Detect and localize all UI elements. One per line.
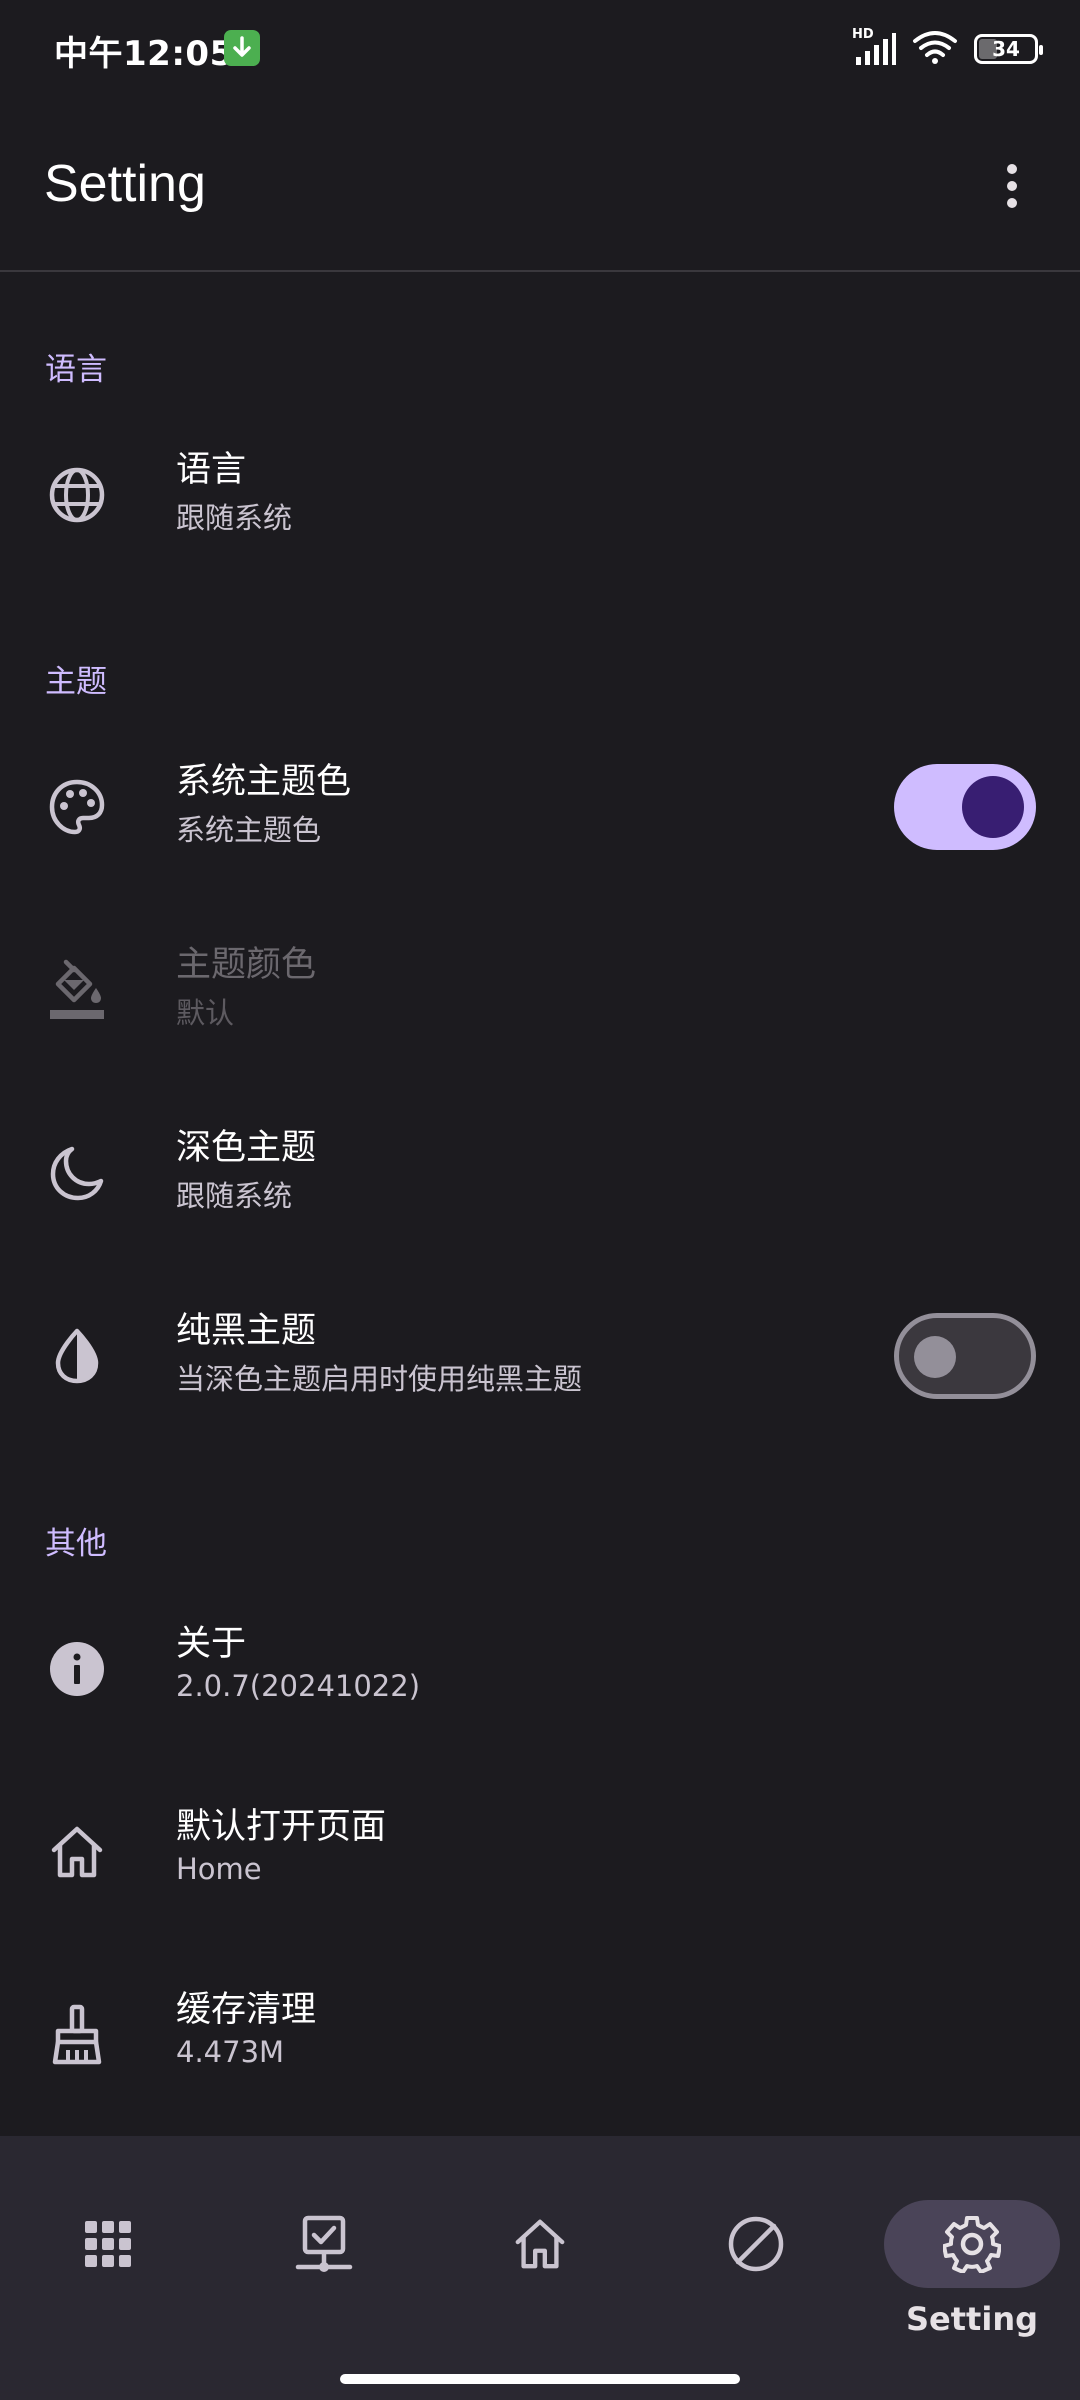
nav-item-apps[interactable] xyxy=(0,2136,216,2400)
setting-item-title: 关于 xyxy=(176,1624,247,1664)
setting-item-title: 主题颜色 xyxy=(176,945,317,985)
broom-icon xyxy=(46,2004,108,2066)
gear-icon xyxy=(942,2214,1002,2274)
setting-item-title: 缓存清理 xyxy=(176,1990,317,2030)
setting-item-pure-black-theme[interactable]: 纯黑主题 当深色主题启用时使用纯黑主题 xyxy=(0,1276,1080,1436)
nav-item-device[interactable] xyxy=(216,2136,432,2400)
setting-item-default-page[interactable]: 默认打开页面 Home xyxy=(0,1772,1080,1932)
setting-item-title: 语言 xyxy=(176,450,247,490)
globe-icon xyxy=(46,464,108,526)
apps-grid-icon xyxy=(78,2214,138,2274)
more-vert-icon xyxy=(1007,164,1017,208)
more-options-button[interactable] xyxy=(982,156,1042,216)
device-check-icon xyxy=(294,2214,354,2274)
wifi-icon xyxy=(912,29,958,69)
setting-item-title: 深色主题 xyxy=(176,1128,317,1168)
section-header-theme: 主题 xyxy=(45,664,107,700)
paint-bucket-icon xyxy=(46,959,108,1021)
section-header-other: 其他 xyxy=(45,1526,107,1562)
palette-icon xyxy=(46,776,108,838)
setting-item-subtitle: 4.473M xyxy=(176,2035,285,2069)
setting-item-dark-theme[interactable]: 深色主题 跟随系统 xyxy=(0,1093,1080,1253)
setting-item-title: 默认打开页面 xyxy=(176,1807,387,1847)
switch-knob xyxy=(914,1336,956,1378)
switch-knob xyxy=(962,776,1024,838)
setting-item-cache-clear[interactable]: 缓存清理 4.473M xyxy=(0,1955,1080,2115)
nav-label-setting: Setting xyxy=(906,2300,1038,2338)
nav-item-home[interactable] xyxy=(432,2136,648,2400)
setting-item-language[interactable]: 语言 跟随系统 xyxy=(0,415,1080,575)
home-icon xyxy=(46,1821,108,1883)
moon-icon xyxy=(46,1142,108,1204)
setting-item-title: 纯黑主题 xyxy=(176,1311,317,1351)
home-icon xyxy=(510,2214,570,2274)
battery-level: 34 xyxy=(992,37,1020,61)
setting-item-about[interactable]: 关于 2.0.7(20241022) xyxy=(0,1589,1080,1749)
signal-icon: HD xyxy=(852,27,896,67)
setting-item-title: 系统主题色 xyxy=(176,762,352,802)
setting-item-subtitle: 2.0.7(20241022) xyxy=(176,1669,421,1703)
status-icons: HD 34 xyxy=(852,27,1043,70)
nav-item-block[interactable] xyxy=(648,2136,864,2400)
setting-item-subtitle: 当深色主题启用时使用纯黑主题 xyxy=(176,1362,583,1396)
setting-item-system-theme-color[interactable]: 系统主题色 系统主题色 xyxy=(0,727,1080,887)
status-time: 中午12:05 xyxy=(54,34,234,74)
app-bar: Setting xyxy=(0,100,1080,272)
section-header-language: 语言 xyxy=(45,352,107,388)
contrast-drop-icon xyxy=(46,1325,108,1387)
setting-item-subtitle: 跟随系统 xyxy=(176,501,293,535)
setting-item-subtitle: 系统主题色 xyxy=(176,813,322,847)
system-theme-color-switch[interactable] xyxy=(894,764,1036,850)
nav-item-setting[interactable]: Setting xyxy=(864,2136,1080,2400)
setting-item-subtitle: Home xyxy=(176,1852,262,1886)
setting-item-subtitle: 默认 xyxy=(176,996,235,1030)
setting-item-theme-color: 主题颜色 默认 xyxy=(0,910,1080,1070)
download-notification-icon xyxy=(224,30,260,66)
home-indicator[interactable] xyxy=(340,2374,740,2384)
bottom-navigation: Setting xyxy=(0,2136,1080,2400)
pure-black-theme-switch[interactable] xyxy=(894,1313,1036,1399)
hd-label: HD xyxy=(852,27,874,42)
page-title: Setting xyxy=(44,155,206,213)
status-bar: 中午12:05 HD 34 xyxy=(0,0,1080,100)
setting-item-subtitle: 跟随系统 xyxy=(176,1179,293,1213)
block-icon xyxy=(726,2214,786,2274)
battery-icon: 34 xyxy=(974,34,1043,64)
info-icon xyxy=(46,1638,108,1700)
